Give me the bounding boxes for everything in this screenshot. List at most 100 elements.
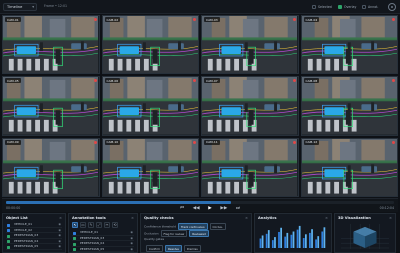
camera-tile[interactable]: CAM-06 — [101, 76, 199, 136]
color-swatch — [73, 242, 76, 246]
item-label: PEDESTRIAN_05 — [14, 244, 39, 248]
skip-start-icon[interactable]: ⏮ — [180, 205, 184, 212]
analytics-bar — [323, 227, 326, 249]
checkbox[interactable] — [362, 5, 366, 9]
3d-cube-view[interactable] — [339, 222, 391, 250]
camera-label: CAM-07 — [204, 78, 220, 84]
chevron-down-icon: ▾ — [32, 5, 34, 9]
gear-icon[interactable] — [388, 3, 396, 11]
item-label: VEHICLE_01 — [14, 222, 33, 226]
camera-label: CAM-11 — [204, 139, 220, 145]
close-icon[interactable]: × — [59, 216, 62, 220]
checkbox[interactable] — [338, 5, 342, 9]
camera-tile[interactable]: CAM-02 — [101, 15, 199, 75]
analytics-bar — [290, 234, 293, 249]
camera-tile[interactable]: CAM-05 — [2, 76, 100, 136]
analytics-panel: Analytics × — [254, 213, 332, 253]
camera-feed — [202, 16, 298, 74]
timeline-progress — [6, 201, 232, 204]
analytics-bar — [259, 238, 262, 249]
item-label: PEDESTRIAN_03 — [80, 235, 105, 240]
list-item[interactable]: PEDESTRIAN_05 ◉ — [72, 246, 134, 253]
camera-tile[interactable]: CAM-09 — [2, 137, 100, 197]
quality-label: Occlusion — [144, 231, 159, 236]
camera-tile[interactable]: CAM-10 — [101, 137, 199, 197]
quality-action-button[interactable]: Dismiss — [183, 245, 201, 252]
item-label: PEDESTRIAN_04 — [80, 241, 105, 245]
view-select-value: Timeline — [7, 5, 23, 9]
color-swatch — [73, 237, 76, 240]
toggle-selected[interactable]: Selected — [312, 4, 332, 10]
analytics-bar — [298, 225, 301, 249]
camera-tile[interactable]: CAM-12 — [300, 137, 398, 197]
analytics-bar — [284, 236, 287, 249]
annotation-tool-button[interactable]: ↖ — [72, 222, 78, 228]
quality-chip[interactable]: Occlus. — [209, 223, 226, 230]
quality-chip[interactable]: Flag for review — [160, 230, 188, 237]
camera-label: CAM-05 — [5, 78, 21, 84]
camera-feed — [102, 77, 198, 135]
analytics-bar — [296, 229, 299, 249]
camera-tile[interactable]: CAM-03 — [201, 15, 299, 75]
rewind-icon[interactable]: ◀◀ — [193, 205, 200, 212]
color-swatch — [7, 229, 10, 232]
camera-feed — [3, 138, 99, 196]
recording-dot-icon — [292, 18, 296, 21]
close-icon[interactable]: × — [325, 216, 328, 220]
recording-dot-icon — [93, 140, 97, 144]
recording-dot-icon — [392, 140, 395, 144]
annotation-tool-button[interactable]: ▭ — [80, 222, 86, 228]
quality-action-button[interactable]: Resolve — [165, 245, 182, 252]
annotation-tool-button[interactable]: ⤢ — [96, 222, 102, 228]
recording-dot-icon — [193, 18, 196, 21]
close-icon[interactable]: × — [245, 216, 248, 220]
analytics-bar — [317, 236, 320, 249]
analytics-bar — [302, 238, 305, 249]
skip-end-icon[interactable]: ⏭ — [236, 205, 240, 212]
panel-title: Annotation tools — [72, 216, 106, 220]
toggle-label: Selected — [318, 5, 332, 9]
color-swatch — [7, 245, 10, 249]
toggle-overlay[interactable]: Overlay — [338, 4, 356, 10]
quality-chip[interactable]: Track continuous — [177, 223, 208, 230]
quality-chip[interactable]: Reviewed — [189, 230, 209, 237]
annotation-panel: Annotation tools × ↖ ▭ ✎ ⤢ ✂ ⟲ VEHICLE_01 ◉ PED… — [68, 213, 138, 253]
quality-row: Occlusion Flag for review Reviewed — [144, 230, 209, 237]
item-label: VEHICLE_02 — [14, 227, 33, 232]
object-list-panel: Object List × VEHICLE_01 ◉ VEHICLE_02 ◉ PEDE… — [2, 213, 66, 253]
camera-tile[interactable]: CAM-04 — [300, 15, 398, 75]
camera-tile[interactable]: CAM-11 — [201, 137, 299, 197]
toggle-annotations[interactable]: Annot. — [362, 4, 378, 10]
close-icon[interactable]: × — [389, 216, 392, 220]
close-icon[interactable]: × — [131, 216, 134, 220]
object-list: VEHICLE_01 ◉ VEHICLE_02 ◉ PEDESTRIAN_03 ◉ PEDE… — [6, 222, 62, 250]
recording-dot-icon — [93, 18, 97, 21]
annotation-tool-button[interactable]: ✂ — [104, 222, 110, 228]
color-swatch — [7, 240, 10, 243]
annotation-tool-button[interactable]: ✎ — [88, 222, 94, 228]
camera-tile[interactable]: CAM-01 — [2, 15, 100, 75]
play-icon[interactable]: ▶ — [208, 205, 211, 212]
camera-tile[interactable]: CAM-07 — [201, 76, 299, 136]
quality-row: Confidence threshold Track continuous Occl… — [144, 223, 226, 230]
eye-icon[interactable]: ◉ — [130, 247, 133, 253]
item-label: PEDESTRIAN_05 — [80, 246, 105, 251]
eye-icon[interactable]: ◉ — [58, 244, 61, 250]
color-swatch — [7, 234, 10, 238]
camera-tile[interactable]: CAM-08 — [300, 76, 398, 136]
item-label: PEDESTRIAN_04 — [14, 238, 39, 243]
recording-dot-icon — [193, 140, 196, 144]
checkbox[interactable] — [312, 5, 316, 9]
view-select[interactable]: Timeline ▾ — [3, 3, 37, 11]
analytics-bar — [265, 233, 268, 249]
quality-action-button[interactable]: Confirm — [146, 245, 164, 252]
list-item[interactable]: PEDESTRIAN_05 ◉ — [6, 244, 62, 250]
fast-forward-icon[interactable]: ▶▶ — [220, 205, 227, 212]
timeline-scrubber[interactable] — [6, 201, 394, 204]
annotation-tool-button[interactable]: ⟲ — [112, 222, 118, 228]
analytics-bar — [271, 240, 274, 249]
quality-label: Quality gates — [144, 237, 165, 241]
recording-dot-icon — [93, 79, 97, 83]
camera-feed — [102, 16, 198, 74]
camera-feed — [3, 77, 99, 135]
